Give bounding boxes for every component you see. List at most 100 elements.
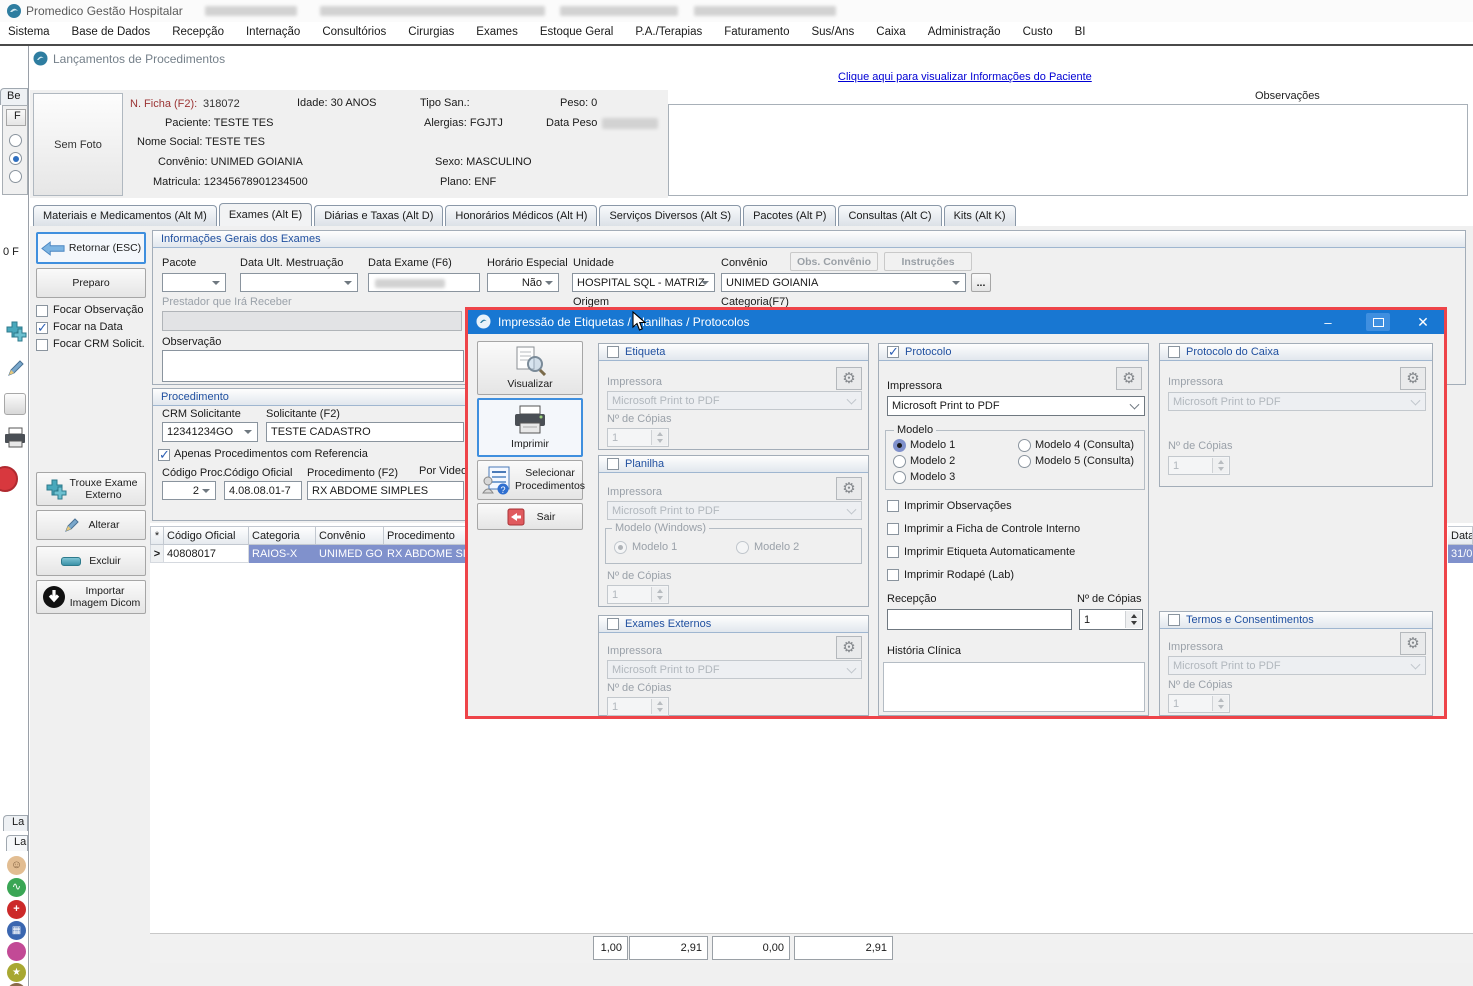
menu-consultorios[interactable]: Consultórios	[322, 26, 386, 38]
planilha-modelo2-radio[interactable]	[736, 541, 749, 554]
recepcao-field[interactable]	[887, 609, 1072, 630]
fragment-tab-la1[interactable]: La	[3, 815, 28, 831]
fragment-radio-1[interactable]	[9, 134, 22, 147]
menu-sistema[interactable]: Sistema	[8, 26, 50, 38]
exames-externos-printer-select[interactable]: Microsoft Print to PDF	[607, 660, 862, 679]
blank-tool-icon[interactable]	[4, 393, 26, 415]
protocolo-printer-settings-button[interactable]: ⚙	[1116, 367, 1142, 390]
table-cell-categoria[interactable]: RAIOS-X	[249, 545, 316, 563]
observacao-textarea[interactable]	[162, 350, 464, 382]
star-icon[interactable]: ★	[7, 963, 26, 982]
protocolo-modelo3-radio[interactable]	[893, 471, 906, 484]
focar-crm-checkbox[interactable]	[36, 339, 48, 351]
add-procedure-icon[interactable]	[5, 320, 27, 342]
solicitante-field[interactable]: TESTE CADASTRO	[266, 422, 464, 442]
close-button[interactable]: ✕	[1408, 310, 1438, 334]
doctor-avatar-icon[interactable]: ☺	[7, 856, 26, 875]
exames-externos-checkbox[interactable]	[607, 618, 619, 630]
minimize-button[interactable]: –	[1313, 310, 1343, 334]
data-ult-select[interactable]	[240, 273, 358, 292]
protocolo-caixa-copies-spinner[interactable]: 1	[1168, 456, 1230, 475]
horario-especial-select[interactable]: Não	[487, 273, 559, 292]
table-cell-procedimento[interactable]: RX ABDOME SIMP	[384, 545, 468, 563]
protocolo-printer-select[interactable]: Microsoft Print to PDF	[887, 396, 1145, 416]
procedimento-field[interactable]: RX ABDOME SIMPLES	[307, 481, 464, 500]
fragment-tab-be[interactable]: Be	[0, 88, 28, 105]
termos-copies-spinner[interactable]: 1	[1168, 694, 1230, 713]
menu-faturamento[interactable]: Faturamento	[724, 26, 789, 38]
tab-pacotes[interactable]: Pacotes (Alt P)	[743, 205, 836, 226]
tab-consultas[interactable]: Consultas (Alt C)	[838, 205, 941, 226]
convenio-select[interactable]: UNIMED GOIANIA	[721, 273, 966, 292]
crm-select[interactable]: 12341234GO	[162, 422, 258, 442]
protocolo-caixa-printer-settings-button[interactable]: ⚙	[1400, 367, 1426, 390]
tab-diarias[interactable]: Diárias e Taxas (Alt D)	[314, 205, 443, 226]
protocolo-modelo2-radio[interactable]	[893, 455, 906, 468]
etiqueta-checkbox[interactable]	[607, 346, 619, 358]
table-header-categoria[interactable]: Categoria	[249, 526, 316, 545]
table-cell-codigo[interactable]: 40808017	[164, 545, 249, 563]
trouxe-exame-button[interactable]: Trouxe ExameExterno	[36, 472, 146, 506]
menu-recepcao[interactable]: Recepção	[172, 26, 224, 38]
tab-servicos[interactable]: Serviços Diversos (Alt S)	[599, 205, 741, 226]
patient-info-link[interactable]: Clique aqui para visualizar Informações …	[838, 71, 1092, 83]
codigo-proc-select[interactable]: 2	[162, 481, 216, 500]
pacote-select[interactable]	[162, 273, 226, 292]
tab-materiais[interactable]: Materiais e Medicamentos (Alt M)	[33, 205, 217, 226]
historia-clinica-textarea[interactable]	[883, 662, 1145, 712]
table-header-data[interactable]: Data	[1448, 526, 1473, 545]
imprimir-ficha-checkbox[interactable]	[887, 523, 899, 535]
vitals-icon[interactable]: ∿	[7, 878, 26, 897]
menu-bi[interactable]: BI	[1075, 26, 1086, 38]
tab-honorarios[interactable]: Honorários Médicos (Alt H)	[445, 205, 597, 226]
importar-dicom-button[interactable]: ImportarImagem Dicom	[36, 580, 146, 614]
menu-base-de-dados[interactable]: Base de Dados	[72, 26, 151, 38]
table-cell-convenio[interactable]: UNIMED GOI	[316, 545, 384, 563]
imprimir-observacoes-checkbox[interactable]	[887, 500, 899, 512]
etiqueta-printer-select[interactable]: Microsoft Print to PDF	[607, 391, 862, 410]
observations-box[interactable]	[668, 104, 1468, 196]
visualizar-button[interactable]: Visualizar	[477, 341, 583, 395]
imprimir-rodape-checkbox[interactable]	[887, 569, 899, 581]
tab-kits[interactable]: Kits (Alt K)	[944, 205, 1016, 226]
table-header-procedimento[interactable]: Procedimento	[384, 526, 468, 545]
protocolo-copies-spinner[interactable]: 1	[1079, 609, 1143, 630]
planilha-printer-select[interactable]: Microsoft Print to PDF	[607, 501, 862, 520]
menu-custo[interactable]: Custo	[1023, 26, 1053, 38]
menu-internacao[interactable]: Internação	[246, 26, 300, 38]
codigo-oficial-field[interactable]: 4.08.08.01-7	[224, 481, 302, 500]
termos-printer-select[interactable]: Microsoft Print to PDF	[1168, 656, 1426, 675]
spinner-arrows[interactable]	[651, 430, 667, 445]
table-cell-data[interactable]: 31/0	[1448, 545, 1473, 563]
dialog-titlebar[interactable]: Impressão de Etiquetas / Planilhas / Pro…	[468, 310, 1444, 334]
tab-exames[interactable]: Exames (Alt E)	[219, 203, 312, 226]
unidade-select[interactable]: HOSPITAL SQL - MATRIZ	[572, 273, 715, 292]
instrucoes-button[interactable]: Instruções	[884, 252, 972, 271]
convenio-more-button[interactable]: ...	[971, 273, 991, 292]
protocolo-caixa-printer-select[interactable]: Microsoft Print to PDF	[1168, 392, 1426, 411]
protocolo-modelo1-radio[interactable]	[893, 439, 906, 452]
excluir-button[interactable]: Excluir	[36, 546, 146, 576]
spinner-arrows[interactable]	[1212, 696, 1228, 711]
maximize-button[interactable]	[1366, 313, 1390, 331]
exames-externos-copies-spinner[interactable]: 1	[607, 697, 669, 716]
menu-caixa[interactable]: Caixa	[876, 26, 905, 38]
retornar-button[interactable]: Retornar (ESC)	[36, 232, 146, 264]
table-header-codigo[interactable]: Código Oficial	[164, 526, 249, 545]
pink-tool-icon[interactable]	[7, 942, 26, 961]
spinner-arrows[interactable]	[651, 699, 667, 714]
imprimir-button[interactable]: Imprimir	[477, 398, 583, 457]
planilha-checkbox[interactable]	[607, 458, 619, 470]
spinner-arrows[interactable]	[1125, 611, 1141, 628]
pencil-icon[interactable]	[6, 358, 26, 378]
fragment-button-f[interactable]: F	[6, 109, 26, 126]
spinner-arrows[interactable]	[1212, 458, 1228, 473]
protocolo-modelo4-radio[interactable]	[1018, 439, 1031, 452]
planilha-copies-spinner[interactable]: 1	[607, 585, 669, 604]
planilha-printer-settings-button[interactable]: ⚙	[836, 477, 862, 500]
spinner-arrows[interactable]	[651, 587, 667, 602]
apenas-referencia-checkbox[interactable]	[158, 449, 170, 461]
etiqueta-copies-spinner[interactable]: 1	[607, 428, 669, 447]
imprimir-etiqueta-checkbox[interactable]	[887, 546, 899, 558]
prestador-field[interactable]	[162, 311, 462, 331]
